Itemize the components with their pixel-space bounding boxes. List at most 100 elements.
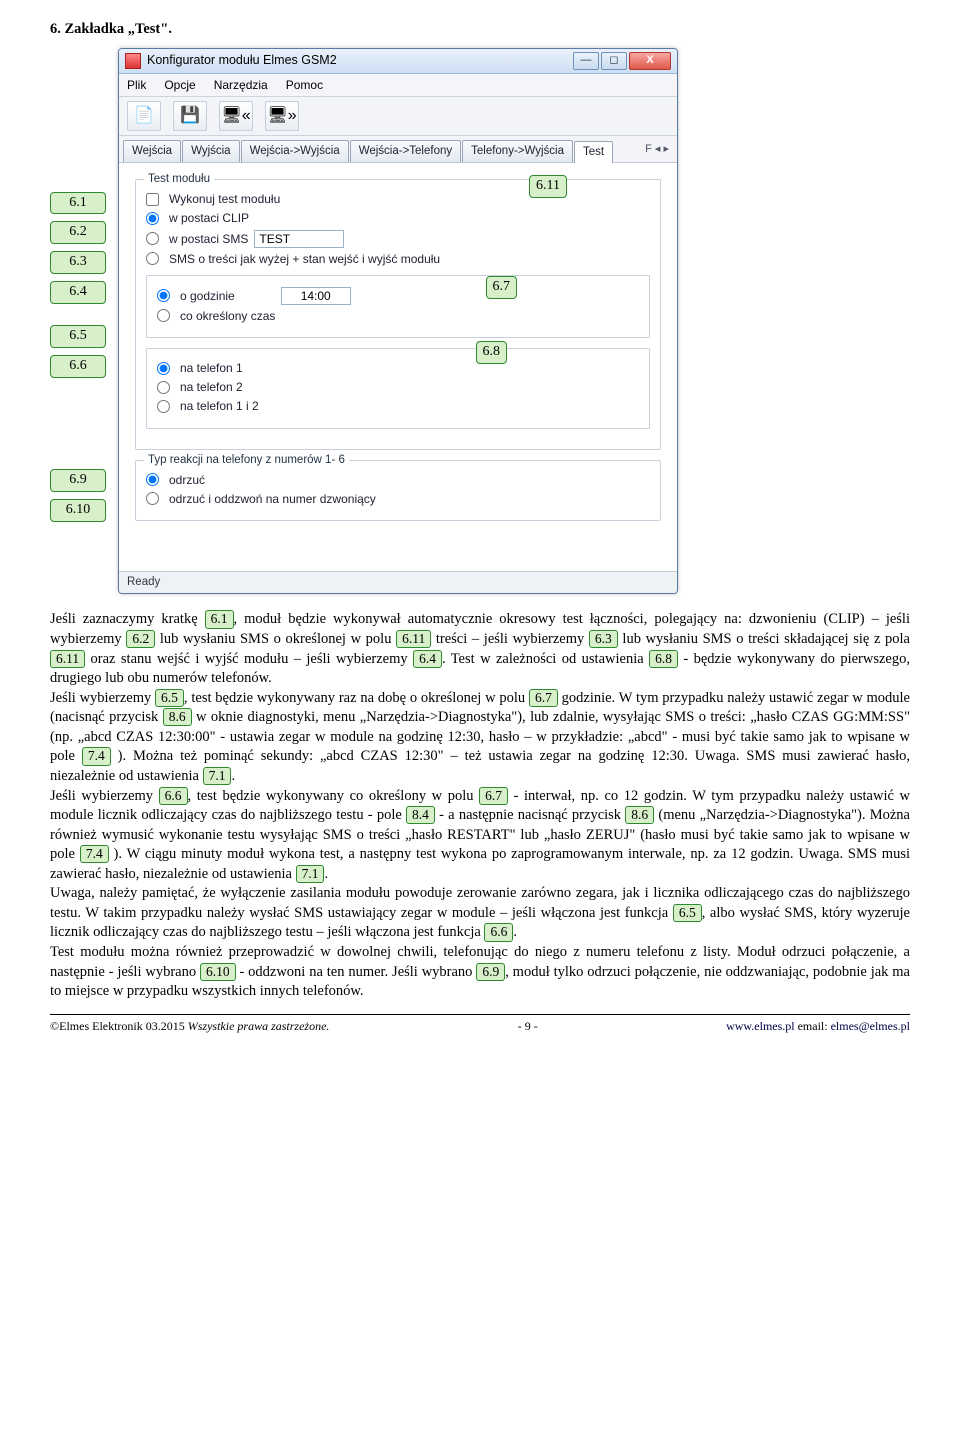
app-window: Konfigurator modułu Elmes GSM2 — ◻ X Pli…: [118, 48, 678, 595]
status-bar: Ready: [119, 571, 677, 594]
app-icon: [125, 53, 141, 69]
ref-6-5: 6.5: [155, 689, 184, 707]
callout-6-3: 6.3: [50, 251, 106, 274]
radio-sms[interactable]: [146, 232, 159, 245]
screenshot-stage: 6.1 6.2 6.3 6.4 6.5 6.6 6.9 6.10 Konfigu…: [50, 48, 910, 595]
radio-co-czas[interactable]: [157, 309, 170, 322]
label-odrzuc: odrzuć: [169, 472, 205, 488]
ref-7-1a: 7.1: [203, 767, 232, 785]
ref-8-6a: 8.6: [163, 708, 192, 726]
toolbar-upload-icon[interactable]: 🖥»: [265, 101, 299, 131]
footer-link-email[interactable]: elmes@elmes.pl: [831, 1019, 910, 1033]
callout-6-1: 6.1: [50, 192, 106, 215]
input-time[interactable]: [281, 287, 351, 305]
tab-wejscia-telefony[interactable]: Wejścia->Telefony: [350, 140, 461, 163]
ref-6-4: 6.4: [413, 650, 442, 668]
ref-6-11a: 6.11: [396, 630, 431, 648]
ref-7-1b: 7.1: [296, 865, 325, 883]
ref-6-8: 6.8: [649, 650, 678, 668]
body-text: Jeśli zaznaczymy kratkę 6.1, moduł będzi…: [50, 610, 910, 1001]
callout-6-6: 6.6: [50, 355, 106, 378]
group-telefon: na telefon 1 na telefon 2 na telefon 1 i…: [146, 348, 650, 429]
menu-opcje[interactable]: Opcje: [164, 77, 195, 93]
label-telefon-2: na telefon 2: [180, 379, 243, 395]
label-clip: w postaci CLIP: [169, 210, 249, 226]
callout-6-7: 6.7: [486, 276, 518, 299]
toolbar-open-icon[interactable]: 📄: [127, 101, 161, 131]
footer-link-site[interactable]: www.elmes.pl: [726, 1019, 795, 1033]
label-sms: w postaci SMS: [169, 231, 248, 247]
label-co-czas: co określony czas: [180, 308, 275, 324]
toolbar-download-icon[interactable]: 🖥«: [219, 101, 253, 131]
maximize-button[interactable]: ◻: [601, 52, 627, 70]
label-telefon-1-2: na telefon 1 i 2: [180, 398, 259, 414]
ref-6-1: 6.1: [205, 610, 234, 628]
group-legend-reakcja: Typ reakcji na telefony z numerów 1- 6: [144, 453, 349, 469]
checkbox-wykonuj-test[interactable]: [146, 193, 159, 206]
ref-6-7b: 6.7: [479, 787, 508, 805]
ref-6-10: 6.10: [200, 963, 236, 981]
ref-8-6b: 8.6: [625, 806, 654, 824]
label-sms-stan: SMS o treści jak wyżej + stan wejść i wy…: [169, 251, 440, 267]
tab-pane: Test modułu Wykonuj test modułu w postac…: [119, 163, 677, 571]
ref-6-11b: 6.11: [50, 650, 85, 668]
label-wykonuj-test: Wykonuj test modułu: [169, 191, 280, 207]
menu-narzedzia[interactable]: Narzędzia: [214, 77, 268, 93]
group-legend-test: Test modułu: [144, 172, 214, 188]
tab-wejscia[interactable]: Wejścia: [123, 140, 181, 163]
callout-6-5: 6.5: [50, 325, 106, 348]
section-heading: 6. Zakładka „Test".: [50, 20, 910, 40]
callout-6-11: 6.11: [529, 175, 567, 198]
left-callouts: 6.1 6.2 6.3 6.4 6.5 6.6 6.9 6.10: [50, 48, 106, 595]
close-button[interactable]: X: [629, 52, 671, 70]
radio-odrzuc[interactable]: [146, 473, 159, 486]
menu-plik[interactable]: Plik: [127, 77, 146, 93]
page-footer: ©Elmes Elektronik 03.2015 Wszystkie praw…: [50, 1014, 910, 1034]
ref-7-4b: 7.4: [80, 845, 109, 863]
footer-page-number: - 9 -: [518, 1018, 538, 1034]
ref-6-6: 6.6: [159, 787, 188, 805]
ref-6-9: 6.9: [476, 963, 505, 981]
radio-telefon-1-2[interactable]: [157, 400, 170, 413]
toolbar-save-icon[interactable]: 💾: [173, 101, 207, 131]
tab-scroll[interactable]: F ◂ ▸: [641, 140, 673, 163]
label-telefon-1: na telefon 1: [180, 360, 243, 376]
ref-6-7: 6.7: [529, 689, 558, 707]
input-sms-text[interactable]: [254, 230, 344, 248]
toolbar: 📄 💾 🖥« 🖥»: [119, 97, 677, 136]
ref-8-4: 8.4: [406, 806, 435, 824]
tab-wejscia-wyjscia[interactable]: Wejścia->Wyjścia: [241, 140, 349, 163]
window-title: Konfigurator modułu Elmes GSM2: [147, 52, 337, 69]
menu-pomoc[interactable]: Pomoc: [286, 77, 323, 93]
tab-test[interactable]: Test: [574, 141, 613, 164]
radio-telefon-2[interactable]: [157, 381, 170, 394]
radio-odrzuc-oddzwon[interactable]: [146, 492, 159, 505]
minimize-button[interactable]: —: [573, 52, 599, 70]
ref-6-3: 6.3: [589, 630, 618, 648]
group-timing: o godzinie co określony czas: [146, 275, 650, 338]
radio-clip[interactable]: [146, 212, 159, 225]
callout-6-9: 6.9: [50, 469, 106, 492]
footer-left: ©Elmes Elektronik 03.2015 Wszystkie praw…: [50, 1018, 329, 1034]
group-test-modulu: Test modułu Wykonuj test modułu w postac…: [135, 179, 661, 449]
callout-6-10: 6.10: [50, 499, 106, 522]
tab-telefony-wyjscia[interactable]: Telefony->Wyjścia: [462, 140, 573, 163]
ref-6-6b: 6.6: [484, 923, 513, 941]
callout-6-2: 6.2: [50, 221, 106, 244]
radio-o-godzinie[interactable]: [157, 289, 170, 302]
titlebar: Konfigurator modułu Elmes GSM2 — ◻ X: [119, 49, 677, 74]
ref-7-4a: 7.4: [82, 747, 111, 765]
ref-6-5b: 6.5: [673, 904, 702, 922]
label-odrzuc-oddzwon: odrzuć i oddzwoń na numer dzwoniący: [169, 491, 376, 507]
callout-6-8: 6.8: [476, 341, 508, 364]
label-o-godzinie: o godzinie: [180, 288, 235, 304]
menubar: Plik Opcje Narzędzia Pomoc: [119, 74, 677, 97]
callout-6-4: 6.4: [50, 281, 106, 304]
tab-strip: Wejścia Wyjścia Wejścia->Wyjścia Wejścia…: [119, 136, 677, 164]
group-reakcja: Typ reakcji na telefony z numerów 1- 6 o…: [135, 460, 661, 521]
radio-sms-stan[interactable]: [146, 252, 159, 265]
radio-telefon-1[interactable]: [157, 362, 170, 375]
tab-wyjscia[interactable]: Wyjścia: [182, 140, 240, 163]
ref-6-2: 6.2: [126, 630, 155, 648]
footer-right: www.elmes.pl email: elmes@elmes.pl: [726, 1018, 910, 1034]
